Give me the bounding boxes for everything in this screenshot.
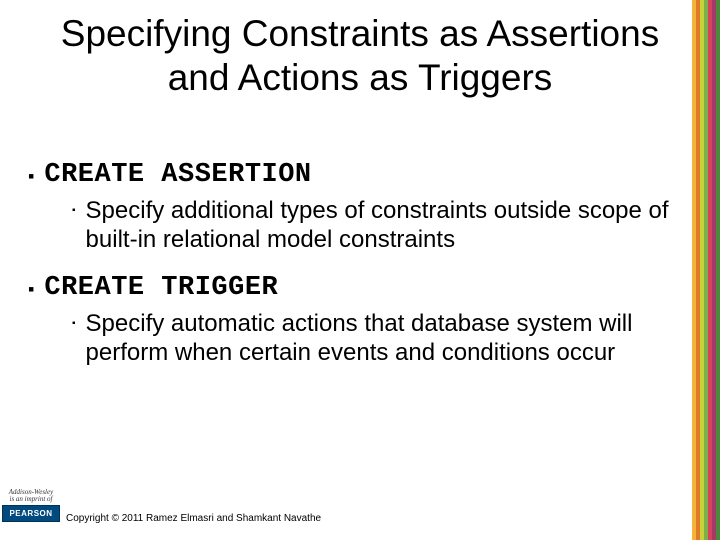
- bullet-heading: CREATE TRIGGER: [44, 273, 278, 303]
- square-bullet-icon: ▪: [28, 166, 34, 187]
- slide-title: Specifying Constraints as Assertions and…: [60, 12, 660, 99]
- imprint-line2: is an imprint of: [10, 495, 53, 503]
- subbullet-trigger-desc: ▪ Specify automatic actions that databas…: [72, 309, 680, 368]
- subbullet-assertion-desc: ▪ Specify additional types of constraint…: [72, 196, 680, 255]
- bullet-create-trigger: ▪ CREATE TRIGGER: [28, 273, 680, 303]
- decorative-stripes: [692, 0, 720, 540]
- bullet-create-assertion: ▪ CREATE ASSERTION: [28, 160, 680, 190]
- bullet-heading: CREATE ASSERTION: [44, 160, 311, 190]
- publisher-logo: Addison-Wesley is an imprint of PEARSON: [2, 489, 60, 522]
- imprint-text: Addison-Wesley is an imprint of: [2, 489, 60, 503]
- slide-body: ▪ CREATE ASSERTION ▪ Specify additional …: [28, 160, 680, 385]
- square-bullet-icon: ▪: [72, 318, 76, 329]
- subbullet-text: Specify additional types of constraints …: [86, 196, 676, 255]
- pearson-brand: PEARSON: [2, 505, 60, 522]
- square-bullet-icon: ▪: [72, 205, 76, 216]
- subbullet-text: Specify automatic actions that database …: [86, 309, 676, 368]
- slide: Specifying Constraints as Assertions and…: [0, 0, 720, 540]
- copyright-text: Copyright © 2011 Ramez Elmasri and Shamk…: [66, 513, 321, 524]
- square-bullet-icon: ▪: [28, 279, 34, 300]
